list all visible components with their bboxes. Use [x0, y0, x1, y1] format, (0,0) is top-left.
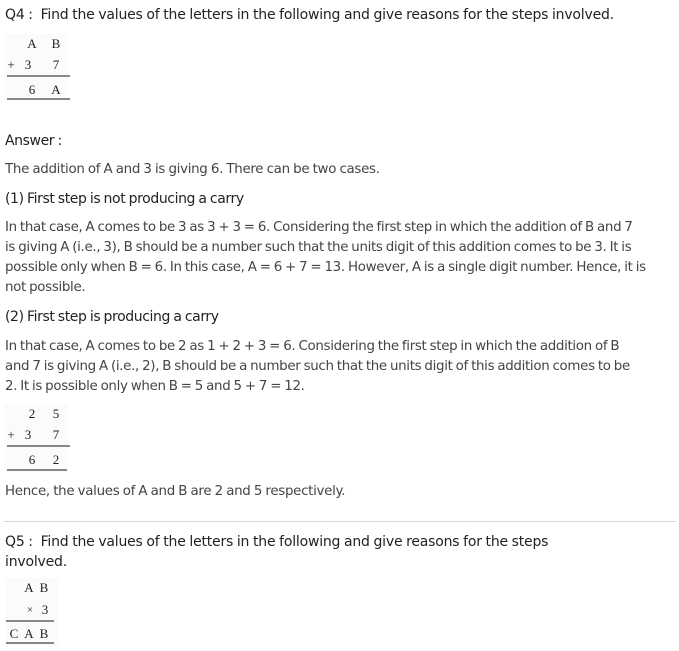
q4-problem-sum-line — [7, 75, 70, 77]
q4-solution-row2-tens: 3 — [24, 427, 32, 442]
q5-problem-result-a: A — [24, 626, 34, 641]
case1-paragraph: In that case, A comes to be 3 as 3 + 3 =… — [5, 218, 677, 298]
case2-line: In that case, A comes to be 2 as 1 + 2 +… — [5, 339, 620, 354]
q4-solution-figure: 2 5 + 3 7 6 2 — [4, 404, 70, 472]
q4-problem-row2-units: 7 — [52, 57, 60, 72]
q5-question-line: involved. — [5, 554, 67, 570]
q4-solution-result-tens: 6 — [28, 452, 36, 467]
q4-question-text: Find the values of the letters in the fo… — [40, 7, 615, 23]
q4-problem-row1-tens: A — [27, 36, 37, 51]
q4-problem-result-tens: 6 — [28, 82, 36, 97]
q4-problem-row1-units: B — [51, 36, 61, 51]
q5-problem-result-c: C — [9, 626, 19, 641]
q4-problem-plus-sign: + — [7, 57, 15, 72]
case2-line: 2. It is possible only when B = 5 and 5 … — [5, 379, 305, 394]
q5-problem-row1-a: A — [24, 580, 34, 595]
q4-solution-row2-units: 7 — [52, 427, 60, 442]
q5-problem-product-line — [6, 620, 54, 622]
q4-problem-row2-tens: 3 — [24, 57, 32, 72]
q4-problem-result-units: A — [51, 82, 61, 97]
case1-line: possible only when B = 6. In this case, … — [5, 260, 646, 275]
q4-label: Q4 : — [5, 7, 33, 23]
q5-title: Q5 : Find the values of the letters in t… — [5, 532, 548, 572]
case2-paragraph: In that case, A comes to be 2 as 1 + 2 +… — [5, 337, 677, 397]
q4-conclusion: Hence, the values of A and B are 2 and 5… — [5, 484, 346, 499]
question-divider — [4, 521, 676, 522]
q5-label: Q5 : — [5, 534, 33, 550]
q5-problem-result-b: B — [39, 626, 49, 641]
case2-line: and 7 is giving A (i.e., 2), B should be… — [5, 359, 630, 374]
q4-solution-row1-units: 5 — [52, 406, 60, 421]
answer-label: Answer : — [5, 133, 62, 149]
q5-problem-figure: A B × 3 C A B — [5, 578, 59, 646]
q5-question-line: Find the values of the letters in the fo… — [40, 534, 549, 550]
q4-problem-figure: A B + 3 7 6 A — [4, 34, 70, 100]
q4-solution-result-units: 2 — [52, 452, 60, 467]
q4-problem-result-line — [7, 98, 70, 100]
case1-line: In that case, A comes to be 3 as 3 + 3 =… — [5, 220, 633, 235]
q5-problem-result-line — [6, 642, 54, 644]
q4-solution-result-line — [7, 469, 67, 471]
q5-problem-row1-b: B — [39, 580, 49, 595]
q5-problem-times-sign: × — [26, 604, 34, 616]
q4-solution-sum-line — [7, 445, 70, 447]
case2-heading: (2) First step is producing a carry — [5, 309, 219, 325]
q4-solution-row1-tens: 2 — [28, 406, 36, 421]
case1-line: is giving A (i.e., 3), B should be a num… — [5, 240, 632, 255]
q5-problem-row2-multiplier: 3 — [41, 602, 49, 617]
q4-solution-plus-sign: + — [7, 427, 15, 442]
q4-title: Q4 : Find the values of the letters in t… — [5, 7, 614, 23]
case1-line: not possible. — [5, 280, 86, 295]
answer-intro: The addition of A and 3 is giving 6. The… — [5, 162, 380, 177]
case1-heading: (1) First step is not producing a carry — [5, 191, 244, 207]
